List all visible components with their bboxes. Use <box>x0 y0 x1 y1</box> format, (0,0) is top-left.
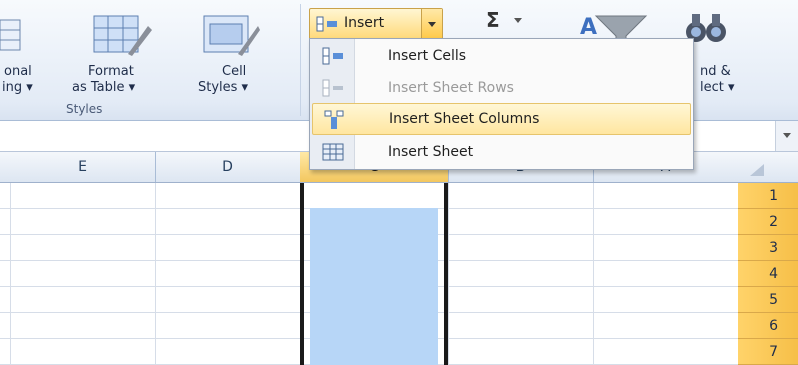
row-header-2[interactable]: 2 <box>738 209 798 235</box>
autosum-dropdown-icon[interactable] <box>514 18 522 27</box>
insert-dropdown-menu: Insert Cells Insert Sheet Rows Insert Sh… <box>309 38 694 170</box>
row-header-1[interactable]: 1 <box>738 183 798 209</box>
cell-styles-icon[interactable] <box>200 14 260 58</box>
svg-text:A: A <box>580 15 597 40</box>
cell-styles-label-1[interactable]: Cell <box>222 64 246 79</box>
row-header-7[interactable]: 7 <box>738 339 798 365</box>
expand-formula-bar-icon[interactable] <box>775 121 798 151</box>
selection-highlight <box>310 208 438 365</box>
menu-item-insert-sheet[interactable]: Insert Sheet <box>312 137 689 167</box>
column-header-d[interactable]: D <box>155 152 301 182</box>
find-select-label-1[interactable]: nd & <box>700 64 731 79</box>
styles-group-label: Styles <box>66 102 103 116</box>
group-separator <box>300 4 301 116</box>
menu-item-label: Insert Sheet Columns <box>389 111 540 127</box>
row-header-5[interactable]: 5 <box>738 287 798 313</box>
menu-item-insert-cells[interactable]: Insert Cells <box>312 41 689 71</box>
insert-cells-icon <box>322 46 344 66</box>
column-header-e[interactable]: E <box>10 152 156 182</box>
selected-column-c[interactable] <box>300 183 448 365</box>
insert-sheet-icon <box>322 142 344 162</box>
insert-columns-icon <box>323 109 345 129</box>
format-as-table-icon[interactable] <box>92 14 152 58</box>
row-headers: 1 2 3 4 5 6 7 <box>738 183 798 365</box>
cell-styles-label-2[interactable]: Styles ▾ <box>198 80 248 95</box>
insert-dropdown-arrow[interactable] <box>421 9 442 39</box>
menu-item-insert-sheet-rows: Insert Sheet Rows <box>312 73 689 103</box>
conditional-formatting-icon[interactable] <box>0 16 30 56</box>
menu-item-label: Insert Sheet Rows <box>388 80 514 96</box>
menu-item-label: Insert Cells <box>388 48 467 64</box>
row-header-3[interactable]: 3 <box>738 235 798 261</box>
autosum-icon[interactable]: Σ <box>486 8 500 32</box>
selection-border-right <box>444 183 448 365</box>
row-header-4[interactable]: 4 <box>738 261 798 287</box>
conditional-formatting-label-1[interactable]: onal <box>4 64 32 79</box>
conditional-formatting-label-2[interactable]: ing ▾ <box>2 80 33 95</box>
row-header-6[interactable]: 6 <box>738 313 798 339</box>
format-as-table-label-2[interactable]: as Table ▾ <box>72 80 135 95</box>
menu-item-label: Insert Sheet <box>388 144 474 160</box>
find-select-label-2[interactable]: lect ▾ <box>700 80 735 95</box>
insert-button-label: Insert <box>344 15 385 31</box>
insert-button[interactable]: Insert <box>309 8 443 40</box>
select-all-corner[interactable] <box>738 152 798 182</box>
format-as-table-label-1[interactable]: Format <box>88 64 134 79</box>
menu-item-insert-sheet-columns[interactable]: Insert Sheet Columns <box>312 103 691 135</box>
insert-cells-icon <box>316 15 338 33</box>
insert-rows-icon <box>322 78 344 98</box>
selection-border-left <box>300 183 304 365</box>
